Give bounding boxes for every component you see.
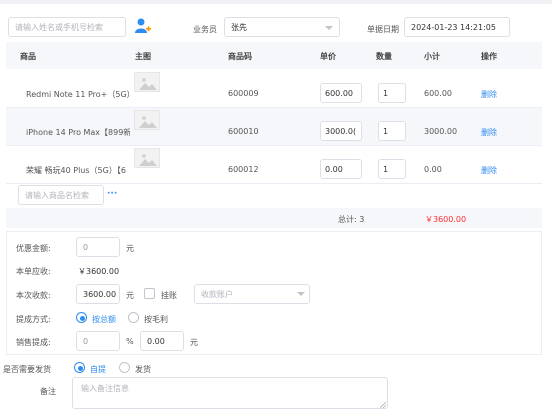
chevron-down-icon	[297, 292, 305, 296]
hang-account-label: 挂账	[161, 291, 177, 300]
image-placeholder-icon	[139, 154, 157, 166]
table-row: Redmi Note 11 Pro+（5G） 600009 600.00 1 6…	[6, 70, 542, 108]
unit-yuan: 元	[190, 338, 198, 347]
col-code: 商品码	[228, 52, 252, 61]
salesperson-select[interactable]: 张先	[224, 17, 340, 37]
price-input[interactable]: 0.00	[320, 159, 362, 179]
quantity-input[interactable]: 1	[378, 159, 406, 179]
image-placeholder-icon	[139, 116, 157, 128]
discount-label: 优惠金额:	[16, 244, 51, 253]
table-footer: 总计: 3 ￥3600.00	[6, 208, 542, 228]
radio-by-profit[interactable]	[128, 312, 139, 323]
radio-self-pickup-label: 自提	[90, 365, 106, 374]
quantity-input[interactable]: 1	[378, 83, 406, 103]
product-code: 600010	[228, 127, 259, 136]
receivable-value: ￥3600.00	[78, 267, 120, 276]
image-placeholder-icon	[139, 78, 157, 90]
unit-yuan: 元	[126, 244, 134, 253]
received-label: 本次收款:	[16, 291, 51, 300]
account-select[interactable]: 收款账户	[194, 284, 310, 304]
more-options-button[interactable]: ···	[107, 189, 117, 199]
product-name: iPhone 14 Pro Max【899新	[26, 128, 130, 137]
total-count: 总计: 3	[338, 215, 365, 224]
radio-ship[interactable]	[119, 362, 130, 373]
quantity-value: 1	[383, 164, 389, 174]
account-placeholder: 收款账户	[201, 289, 233, 299]
table-header: 商品 主图 商品码 单价 数量 小计 操作	[6, 42, 542, 69]
quantity-value: 1	[383, 88, 389, 98]
commission-amount-value: 0.00	[147, 336, 165, 346]
remark-label: 备注	[40, 387, 56, 396]
radio-self-pickup[interactable]	[74, 362, 85, 373]
col-product: 商品	[20, 52, 36, 61]
top-strip	[0, 0, 552, 4]
unit-yuan: 元	[126, 291, 134, 300]
delete-link[interactable]: 删除	[481, 89, 497, 100]
product-thumbnail	[134, 72, 160, 92]
commission-method-label: 提成方式:	[16, 315, 51, 324]
hang-account-checkbox[interactable]	[144, 288, 155, 299]
percent-sign: %	[126, 337, 134, 346]
col-image: 主图	[135, 52, 151, 61]
date-value: 2024-01-23 14:21:05	[411, 22, 496, 32]
radio-ship-label: 发货	[135, 365, 151, 374]
table-row: 荣耀 畅玩40 Plus（5G）【6 600012 0.00 1 0.00 删除	[6, 146, 542, 184]
radio-by-total-label: 按总额	[92, 315, 116, 324]
salesperson-value: 张先	[231, 22, 247, 32]
price-value: 3000.0(	[325, 126, 357, 136]
product-name: 荣耀 畅玩40 Plus（5G）【6	[26, 166, 126, 175]
price-input[interactable]: 600.00	[320, 83, 362, 103]
total-amount: ￥3600.00	[425, 215, 467, 224]
product-thumbnail	[134, 110, 160, 130]
salesperson-label: 业务员	[193, 25, 217, 34]
sales-commission-label: 销售提成:	[16, 338, 51, 347]
price-value: 600.00	[325, 88, 353, 98]
product-search-input[interactable]: 请输入商品名检索	[18, 185, 104, 205]
discount-value: 0	[83, 242, 89, 252]
discount-input[interactable]: 0	[76, 237, 120, 257]
date-label: 单据日期	[367, 25, 399, 34]
price-value: 0.00	[325, 164, 343, 174]
radio-by-profit-label: 按毛利	[144, 315, 168, 324]
price-input[interactable]: 3000.0(	[320, 121, 362, 141]
product-code: 600009	[228, 89, 259, 98]
product-thumbnail	[134, 148, 160, 168]
subtotal: 600.00	[424, 89, 452, 98]
customer-search-input[interactable]: 请输入姓名或手机号检索	[8, 17, 126, 37]
col-subtotal: 小计	[424, 52, 440, 61]
resize-handle-icon[interactable]	[379, 401, 387, 409]
received-input[interactable]: 3600.00	[76, 284, 120, 304]
remark-placeholder: 输入备注信息	[81, 384, 129, 393]
date-picker[interactable]: 2024-01-23 14:21:05	[404, 17, 510, 37]
subtotal: 3000.00	[424, 127, 458, 136]
commission-rate-value: 0	[83, 336, 89, 346]
chevron-down-icon	[325, 26, 333, 30]
col-price: 单价	[320, 52, 336, 61]
commission-rate-input[interactable]: 0	[76, 331, 120, 351]
radio-by-total[interactable]	[76, 312, 87, 323]
received-value: 3600.00	[83, 289, 117, 299]
remark-textarea[interactable]: 输入备注信息	[72, 377, 388, 409]
product-code: 600012	[228, 165, 259, 174]
commission-amount-input[interactable]: 0.00	[140, 331, 184, 351]
delete-link[interactable]: 删除	[481, 165, 497, 176]
subtotal: 0.00	[424, 165, 442, 174]
ship-label: 是否需要发货	[3, 365, 51, 374]
table-row: iPhone 14 Pro Max【899新 600010 3000.0( 1 …	[6, 108, 542, 146]
col-qty: 数量	[376, 52, 392, 61]
delete-link[interactable]: 删除	[481, 127, 497, 138]
col-action: 操作	[481, 52, 497, 61]
product-name: Redmi Note 11 Pro+（5G）	[26, 90, 130, 99]
quantity-value: 1	[383, 126, 389, 136]
add-customer-icon[interactable]	[135, 17, 151, 35]
quantity-input[interactable]: 1	[378, 121, 406, 141]
receivable-label: 本单应收:	[16, 267, 51, 276]
